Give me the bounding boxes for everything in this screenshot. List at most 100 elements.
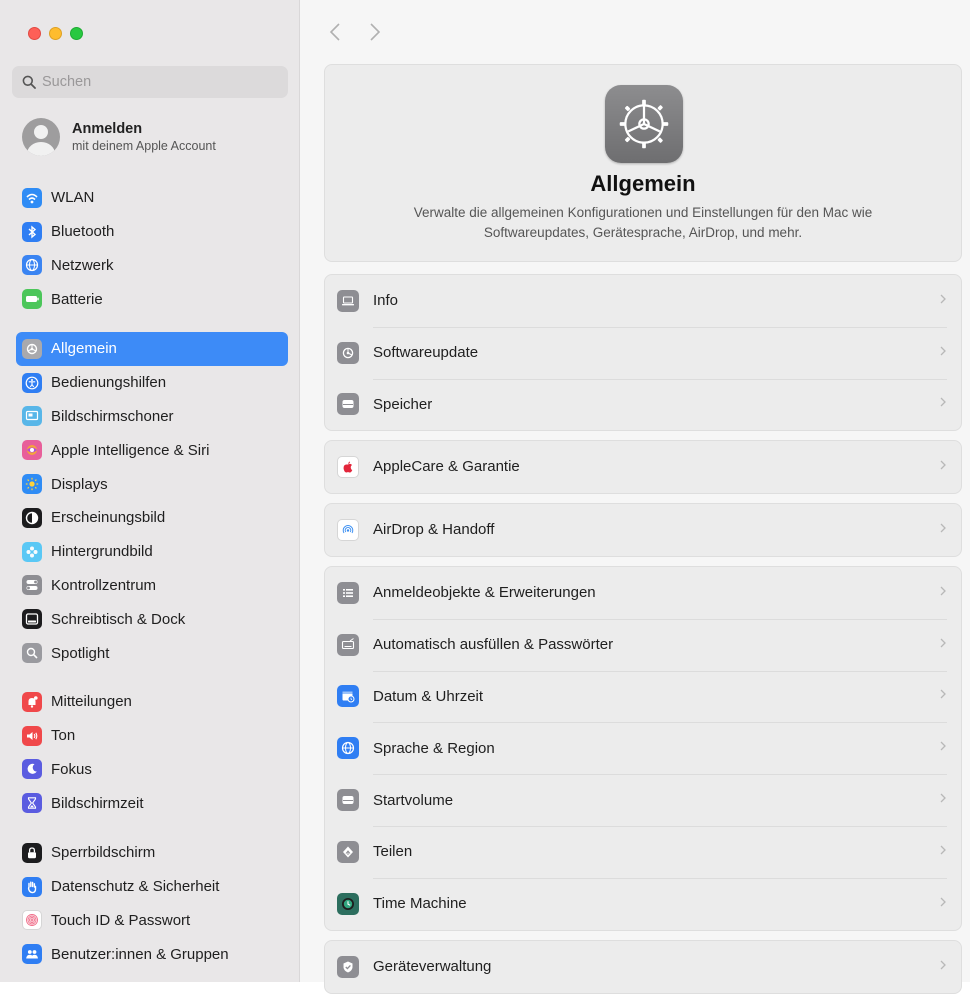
- sidebar-group-connectivity: WLAN Bluetooth Netzwerk Batterie: [16, 181, 288, 316]
- flower-icon: [22, 541, 42, 562]
- settings-row-label: AppleCare & Garantie: [373, 458, 520, 476]
- sidebar-item-schreibtisch-und-dock[interactable]: Schreibtisch & Dock: [16, 602, 288, 636]
- lock-icon: [22, 842, 42, 863]
- settings-row-automatisch-ausfuellen-und-passwoerter[interactable]: Automatisch ausfüllen & Passwörter: [325, 618, 961, 671]
- sidebar-item-netzwerk[interactable]: Netzwerk: [16, 249, 288, 283]
- chevron-right-icon: [939, 458, 947, 476]
- sidebar-item-bluetooth[interactable]: Bluetooth: [16, 215, 288, 249]
- settings-row-info[interactable]: Info: [325, 275, 961, 327]
- hand-icon: [22, 876, 42, 897]
- siri-icon: [22, 440, 42, 461]
- sidebar-item-mitteilungen[interactable]: Mitteilungen: [16, 685, 288, 719]
- sidebar-item-batterie[interactable]: Batterie: [16, 282, 288, 316]
- settings-row-label: Startvolume: [373, 791, 454, 809]
- settings-row-label: Softwareupdate: [373, 344, 479, 362]
- settings-row-datum-und-uhrzeit[interactable]: Datum & Uhrzeit: [325, 670, 961, 723]
- settings-row-teilen[interactable]: Teilen: [325, 825, 961, 878]
- sidebar-item-label: Hintergrundbild: [51, 543, 153, 561]
- drive-icon: [337, 393, 359, 416]
- bell-icon: [22, 691, 42, 712]
- sidebar-item-kontrollzentrum[interactable]: Kontrollzentrum: [16, 569, 288, 603]
- sidebar-item-label: WLAN: [51, 189, 95, 207]
- chevron-right-icon: [939, 344, 947, 362]
- share-icon: [337, 840, 359, 863]
- sidebar-item-label: Batterie: [51, 290, 103, 308]
- calendar-clock-icon: [337, 685, 359, 708]
- sidebar-item-label: Netzwerk: [51, 256, 114, 274]
- settings-row-applecare-und-garantie[interactable]: AppleCare & Garantie: [325, 441, 961, 493]
- settings-row-softwareupdate[interactable]: Softwareupdate: [325, 326, 961, 379]
- general-header: Allgemein Verwalte die allgemeinen Konfi…: [324, 64, 962, 262]
- chevron-right-icon: [939, 687, 947, 705]
- sidebar-item-label: Datenschutz & Sicherheit: [51, 878, 220, 896]
- sidebar-item-ton[interactable]: Ton: [16, 719, 288, 753]
- laptop-icon: [337, 289, 359, 312]
- drive-icon: [337, 789, 359, 812]
- sidebar-item-label: Allgemein: [51, 340, 117, 358]
- settings-row-geraeteverwaltung[interactable]: Geräteverwaltung: [325, 941, 961, 993]
- search-field[interactable]: [12, 66, 288, 98]
- settings-row-label: Speicher: [373, 395, 433, 413]
- list-icon: [337, 581, 359, 604]
- sidebar-item-hintergrundbild[interactable]: Hintergrundbild: [16, 535, 288, 569]
- settings-row-label: Datum & Uhrzeit: [373, 687, 484, 705]
- sidebar-item-bildschirmschoner[interactable]: Bildschirmschoner: [16, 400, 288, 434]
- sidebar-item-benutzer-innen-und-gruppen[interactable]: Benutzer:innen & Gruppen: [16, 937, 288, 971]
- sidebar-item-bedienungshilfen[interactable]: Bedienungshilfen: [16, 366, 288, 400]
- sidebar-item-datenschutz-und-sicherheit[interactable]: Datenschutz & Sicherheit: [16, 870, 288, 904]
- account-signin[interactable]: Anmelden mit deinem Apple Account: [22, 118, 216, 156]
- hourglass-icon: [22, 793, 42, 814]
- settings-row-startvolume[interactable]: Startvolume: [325, 774, 961, 826]
- sidebar-item-erscheinungsbild[interactable]: Erscheinungsbild: [16, 501, 288, 535]
- sidebar-item-label: Benutzer:innen & Gruppen: [51, 945, 229, 963]
- settings-group-device-management: Geräteverwaltung: [324, 940, 962, 994]
- sidebar-item-wlan[interactable]: WLAN: [16, 181, 288, 215]
- gear-icon: [22, 338, 42, 359]
- settings-row-anmeldeobjekte-und-erweiterungen[interactable]: Anmeldeobjekte & Erweiterungen: [325, 567, 961, 619]
- settings-row-airdrop-und-handoff[interactable]: AirDrop & Handoff: [325, 504, 961, 556]
- settings-row-sprache-und-region[interactable]: Sprache & Region: [325, 722, 961, 774]
- settings-group-airdrop: AirDrop & Handoff: [324, 503, 962, 557]
- sidebar-item-label: Displays: [51, 475, 108, 493]
- sidebar-item-sperrbildschirm[interactable]: Sperrbildschirm: [16, 836, 288, 870]
- dock-icon: [22, 609, 42, 630]
- sidebar-item-touch-id-und-passwort[interactable]: Touch ID & Passwort: [16, 904, 288, 938]
- sidebar-item-displays[interactable]: Displays: [16, 467, 288, 501]
- settings-row-label: Info: [373, 292, 399, 310]
- chevron-right-icon: [939, 958, 947, 976]
- sidebar-group-security: Sperrbildschirm Datenschutz & Sicherheit T…: [16, 836, 288, 971]
- back-button[interactable]: [328, 20, 342, 44]
- sidebar-item-label: Schreibtisch & Dock: [51, 610, 186, 628]
- sidebar-item-fokus[interactable]: Fokus: [16, 753, 288, 787]
- sidebar-item-apple-intelligence-und-siri[interactable]: Apple Intelligence & Siri: [16, 433, 288, 467]
- settings-group-applecare: AppleCare & Garantie: [324, 440, 962, 494]
- settings-row-label: Teilen: [373, 843, 413, 861]
- settings-row-label: Sprache & Region: [373, 739, 495, 757]
- chevron-right-icon: [939, 521, 947, 539]
- page-description: Verwalte die allgemeinen Konfigurationen…: [413, 205, 873, 240]
- moon-icon: [22, 759, 42, 780]
- sidebar-item-label: Sperrbildschirm: [51, 844, 156, 862]
- settings-group-system: Anmeldeobjekte & Erweiterungen Automatisc…: [324, 566, 962, 931]
- page-title: Allgemein: [590, 171, 696, 196]
- window-controls: [28, 27, 83, 40]
- sidebar-item-allgemein[interactable]: Allgemein: [16, 332, 288, 366]
- fingerprint-icon: [22, 910, 42, 931]
- settings-row-speicher[interactable]: Speicher: [325, 378, 961, 431]
- sun-icon: [22, 474, 42, 495]
- minimize-window-button[interactable]: [49, 27, 62, 40]
- gear-badge-icon: [337, 341, 359, 364]
- settings-row-time-machine[interactable]: Time Machine: [325, 877, 961, 930]
- zoom-window-button[interactable]: [70, 27, 83, 40]
- search-input[interactable]: [42, 74, 272, 90]
- close-window-button[interactable]: [28, 27, 41, 40]
- account-name: Anmelden: [72, 121, 143, 137]
- chevron-right-icon: [939, 292, 947, 310]
- sidebar-item-spotlight[interactable]: Spotlight: [16, 636, 288, 670]
- checkmark-badge-icon: [337, 955, 359, 978]
- sidebar-item-bildschirmzeit[interactable]: Bildschirmzeit: [16, 786, 288, 820]
- screensaver-icon: [22, 406, 42, 427]
- chevron-right-icon: [939, 636, 947, 654]
- sidebar-item-label: Mitteilungen: [51, 693, 132, 711]
- forward-button[interactable]: [368, 20, 382, 44]
